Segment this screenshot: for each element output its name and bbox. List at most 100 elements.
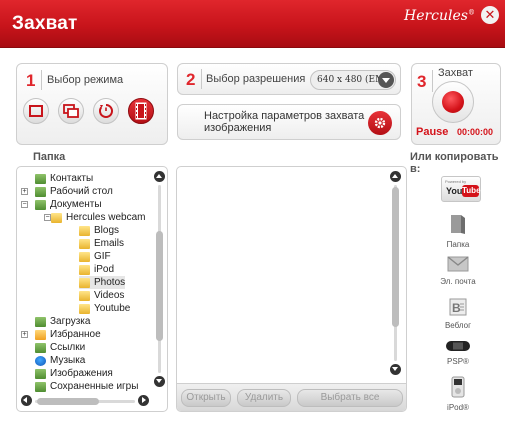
tree-item[interactable]: Hercules webcam bbox=[51, 211, 145, 224]
share-section-label: Или копировать в: bbox=[410, 151, 499, 175]
scroll-left-button[interactable] bbox=[21, 395, 32, 406]
scroll-right-button[interactable] bbox=[138, 395, 149, 406]
psp-icon bbox=[446, 341, 470, 351]
tree-item[interactable]: Emails bbox=[79, 237, 124, 250]
tree-item-label: Загрузка bbox=[50, 316, 91, 327]
folder-horizontal-scrollbar[interactable] bbox=[21, 395, 149, 407]
scroll-up-button[interactable] bbox=[154, 171, 165, 182]
share-ipod[interactable]: iPod® bbox=[423, 376, 493, 412]
folder-section-label: Папка bbox=[33, 151, 66, 163]
folder-icon bbox=[35, 381, 46, 392]
mode-single-frame-button[interactable] bbox=[23, 98, 49, 124]
tree-item[interactable]: GIF bbox=[79, 250, 111, 263]
tree-item-label: Сохраненные игры bbox=[50, 381, 139, 392]
open-button[interactable]: Открыть bbox=[181, 389, 231, 407]
mode-video-button[interactable] bbox=[128, 98, 154, 124]
tree-item[interactable]: Ссылки bbox=[35, 341, 85, 354]
tree-item-label: Photos bbox=[94, 277, 126, 288]
folder-vertical-scrollbar[interactable] bbox=[153, 171, 165, 387]
pause-button[interactable]: Pause bbox=[416, 126, 448, 138]
captured-files-panel: Открыть Удалить Выбрать все bbox=[176, 166, 407, 412]
tree-item[interactable]: iPod bbox=[79, 263, 114, 276]
folder-icon bbox=[79, 303, 90, 314]
folder-icon bbox=[79, 290, 90, 301]
folder-icon bbox=[35, 186, 46, 197]
tree-item-label: Рабочий стол bbox=[50, 186, 113, 197]
share-folder-label: Папка bbox=[446, 240, 470, 249]
burst-frames-icon bbox=[63, 104, 79, 118]
collapse-icon[interactable]: − bbox=[21, 201, 28, 208]
select-all-button[interactable]: Выбрать все bbox=[297, 389, 403, 407]
share-blog-label: Веблог bbox=[444, 321, 472, 330]
delete-button[interactable]: Удалить bbox=[237, 389, 291, 407]
tree-item-label: iPod bbox=[94, 264, 115, 275]
tree-item[interactable]: Photos bbox=[79, 276, 126, 289]
tree-item[interactable]: Рабочий стол bbox=[35, 185, 113, 198]
files-vertical-scrollbar[interactable] bbox=[389, 171, 401, 375]
folder-icon bbox=[35, 329, 46, 340]
single-frame-icon bbox=[29, 105, 43, 117]
tree-item[interactable]: Blogs bbox=[79, 224, 119, 237]
timer-icon bbox=[99, 104, 113, 118]
scroll-down-button[interactable] bbox=[154, 376, 165, 387]
divider bbox=[432, 70, 433, 92]
folder-icon bbox=[35, 316, 46, 327]
tree-item[interactable]: Сохраненные игры bbox=[35, 380, 138, 393]
scroll-thumb[interactable] bbox=[37, 398, 99, 405]
tree-item[interactable]: Изображения bbox=[35, 367, 113, 380]
image-settings-button[interactable]: Настройка параметров захвата изображения bbox=[177, 104, 401, 140]
expand-icon[interactable]: + bbox=[21, 188, 28, 195]
folder-icon bbox=[79, 225, 90, 236]
tree-item[interactable]: Загрузка bbox=[35, 315, 90, 328]
tree-item[interactable]: Избранное bbox=[35, 328, 101, 341]
capture-panel: 3 Захват Pause 00:00:00 bbox=[411, 63, 501, 145]
scroll-up-button[interactable] bbox=[390, 171, 401, 182]
folder-icon bbox=[79, 277, 90, 288]
gear-icon bbox=[368, 111, 392, 135]
record-button[interactable] bbox=[432, 81, 474, 123]
hercules-logo: Hercules® bbox=[404, 8, 475, 24]
share-psp[interactable]: PSP® bbox=[423, 340, 493, 366]
window-title: Захват bbox=[12, 13, 78, 34]
scroll-down-button[interactable] bbox=[390, 364, 401, 375]
folder-icon bbox=[35, 368, 46, 379]
folder-icon bbox=[451, 215, 465, 234]
folder-icon bbox=[51, 212, 62, 223]
folder-icon bbox=[35, 355, 46, 366]
mode-selection-panel: 1 Выбор режима bbox=[16, 63, 168, 145]
folder-icon bbox=[35, 199, 46, 210]
share-ipod-label: iPod® bbox=[447, 403, 469, 412]
tree-item-label: GIF bbox=[94, 251, 111, 262]
tree-item[interactable]: Контакты bbox=[35, 172, 93, 185]
tree-item[interactable]: Документы bbox=[35, 198, 102, 211]
folder-icon bbox=[79, 238, 90, 249]
files-action-bar: Открыть Удалить Выбрать все bbox=[177, 383, 406, 411]
tree-item[interactable]: Videos bbox=[79, 289, 124, 302]
share-youtube[interactable]: Powered by You Tube bbox=[426, 176, 496, 202]
scroll-thumb[interactable] bbox=[392, 187, 399, 327]
video-film-icon bbox=[135, 102, 147, 120]
scroll-thumb[interactable] bbox=[156, 231, 163, 341]
step-number: 1 bbox=[26, 71, 36, 90]
folder-icon bbox=[35, 342, 46, 353]
tree-item-label: Hercules webcam bbox=[66, 212, 146, 223]
expand-icon[interactable]: + bbox=[21, 331, 28, 338]
ipod-icon bbox=[451, 376, 465, 398]
share-folder[interactable]: Папка bbox=[423, 213, 493, 249]
tree-item[interactable]: Youtube bbox=[79, 302, 130, 315]
tree-item[interactable]: Музыка bbox=[35, 354, 85, 367]
close-button[interactable]: ✕ bbox=[481, 6, 499, 24]
resolution-panel: 2 Выбор разрешения 640 x 480 (EMa bbox=[177, 63, 401, 95]
collapse-icon[interactable]: − bbox=[44, 214, 51, 221]
tree-item-label: Контакты bbox=[50, 173, 94, 184]
share-email[interactable]: Эл. почта bbox=[423, 256, 493, 286]
share-blog[interactable]: B Веблог bbox=[423, 298, 493, 330]
divider bbox=[41, 70, 42, 90]
mode-burst-button[interactable] bbox=[58, 98, 84, 124]
resolution-select[interactable]: 640 x 480 (EMa bbox=[310, 70, 396, 90]
mode-timer-button[interactable] bbox=[93, 98, 119, 124]
tree-item-label: Videos bbox=[94, 290, 125, 301]
mail-icon bbox=[447, 256, 469, 272]
step-label: Захват bbox=[438, 67, 473, 79]
folder-icon bbox=[35, 173, 46, 184]
